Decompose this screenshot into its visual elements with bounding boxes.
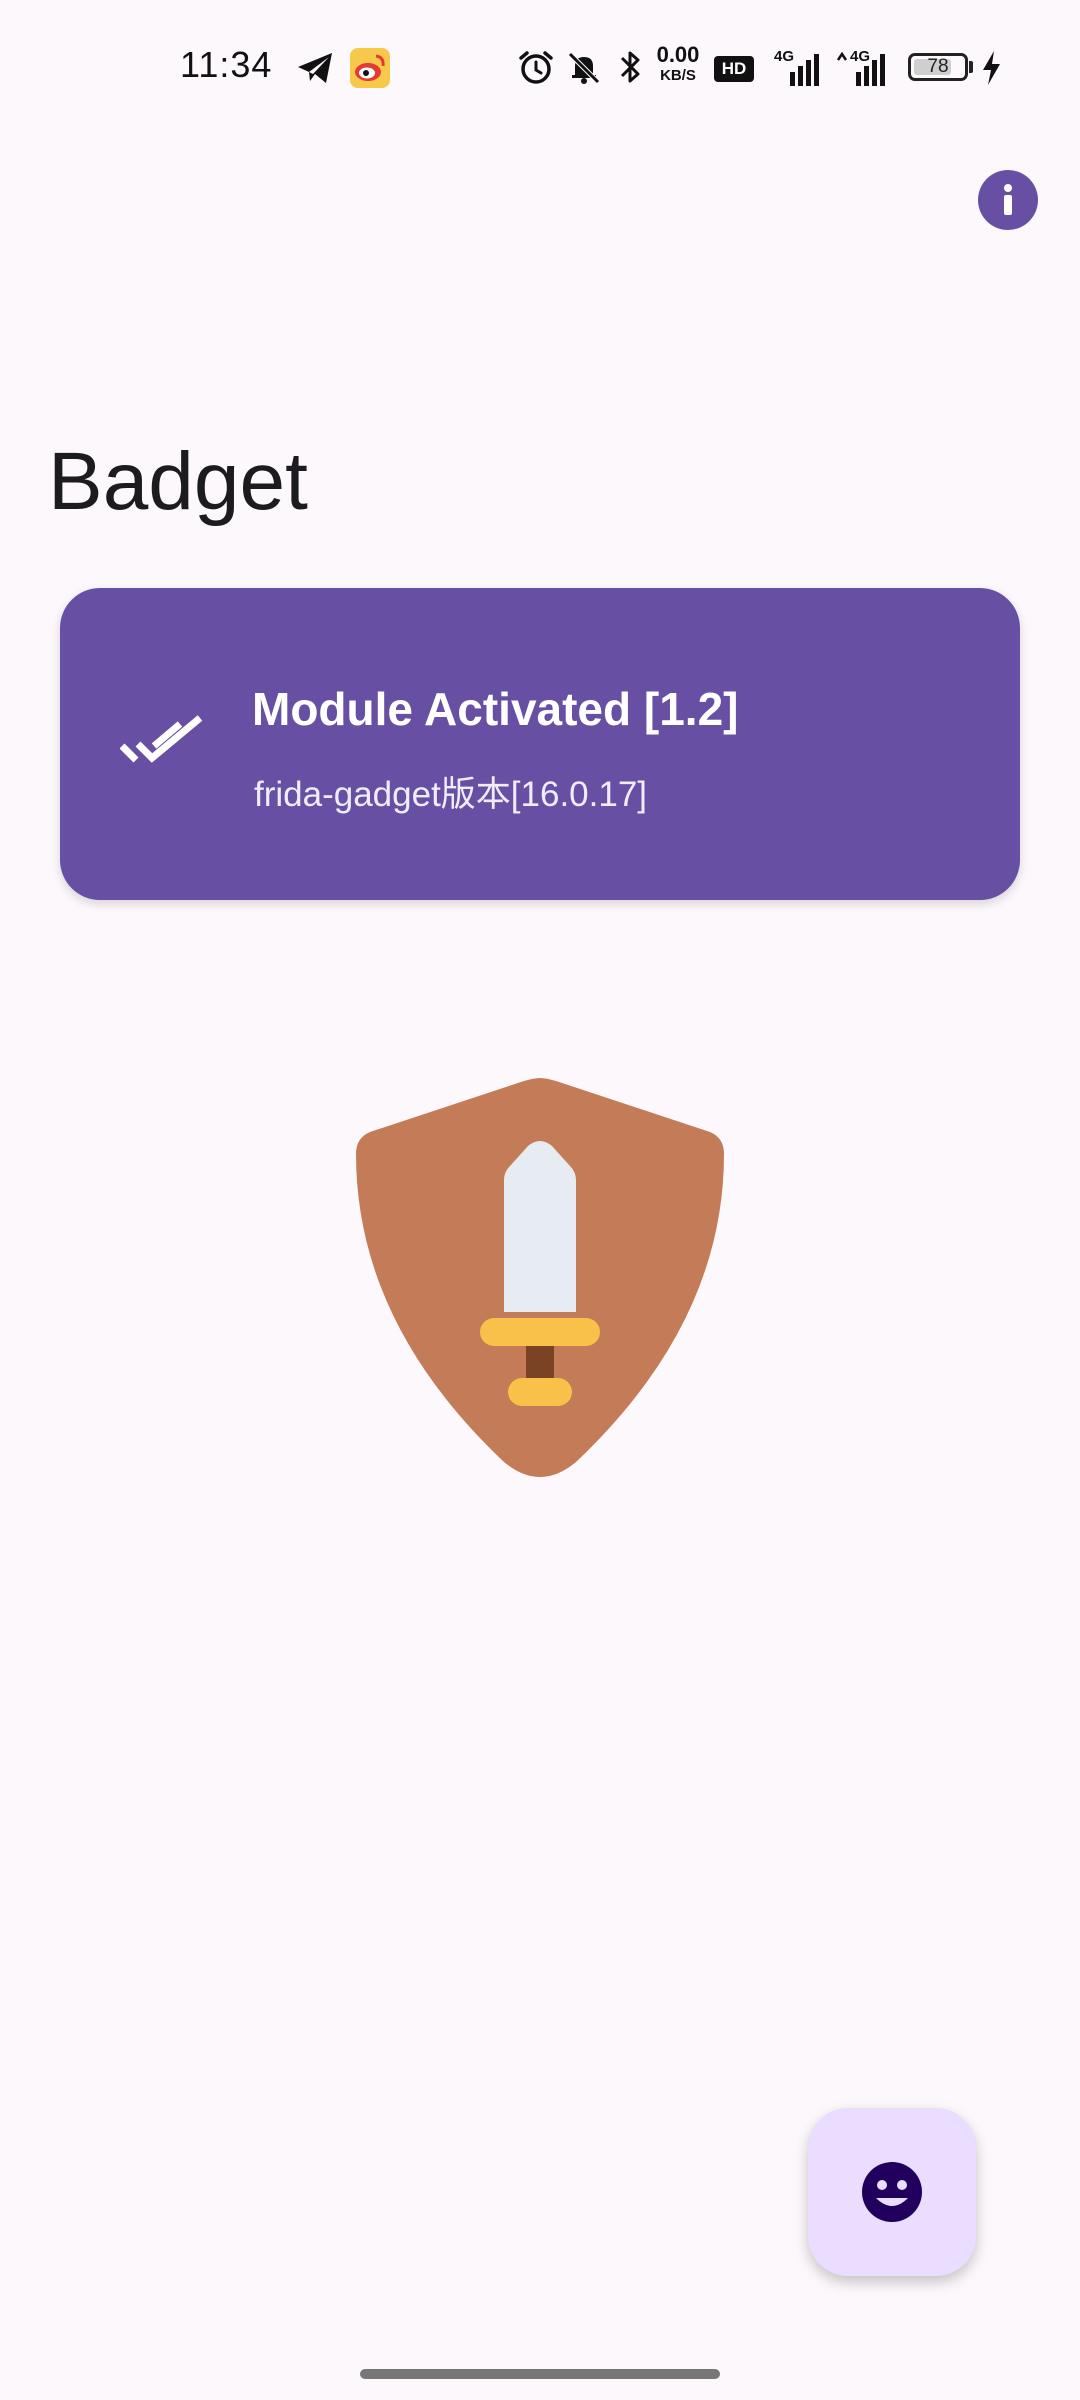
battery-indicator: 78 — [908, 53, 968, 81]
sword-pommel — [508, 1378, 572, 1406]
hd-voice-badge: HD — [714, 56, 754, 82]
page-title: Badget — [48, 436, 308, 527]
card-title: Module Activated [1.2] — [252, 683, 739, 735]
battery-tip — [969, 61, 973, 73]
done-all-icon — [120, 715, 203, 763]
alarm-icon — [519, 51, 553, 84]
signal2-network-type: 4G — [850, 48, 871, 65]
network-speed-unit: KB/S — [660, 67, 696, 84]
sword-guard — [480, 1318, 600, 1346]
bluetooth-icon — [620, 51, 640, 83]
card-subtitle: frida-gadget版本[16.0.17] — [254, 775, 648, 814]
weibo-icon — [350, 48, 390, 88]
network-speed: 0.00 KB/S — [650, 42, 706, 84]
status-time: 11:34 — [180, 44, 273, 85]
module-status-card[interactable]: Module Activated [1.2] frida-gadget版本[16… — [60, 588, 1020, 900]
charging-icon — [983, 51, 1000, 85]
gesture-navigation-bar[interactable] — [360, 2369, 720, 2379]
shield-sword-icon — [356, 1078, 724, 1477]
sword-blade — [504, 1141, 576, 1312]
info-icon — [1004, 184, 1012, 215]
network-speed-value: 0.00 — [656, 42, 700, 67]
info-button[interactable] — [978, 170, 1038, 230]
emoji-fab-button[interactable] — [808, 2108, 976, 2276]
smiley-face-icon — [862, 2162, 922, 2222]
sword-grip — [526, 1346, 554, 1382]
telegram-icon — [298, 53, 332, 83]
signal1-network-type: 4G — [774, 48, 795, 65]
mute-icon — [568, 52, 600, 84]
status-bar: 11:34 0.00 KB/S HD 4G 4G 78 — [0, 0, 1080, 140]
battery-level: 78 — [927, 56, 949, 77]
